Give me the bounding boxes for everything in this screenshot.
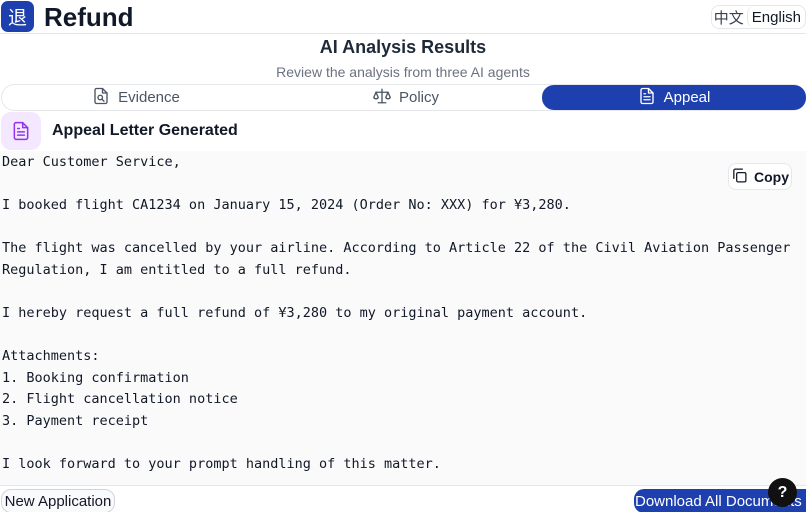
app-logo: 退 xyxy=(1,1,34,32)
section-title: AI Analysis Results xyxy=(319,37,487,57)
language-switch: 中文 English xyxy=(710,5,806,29)
letter-line: I hereby request a full refund of ¥3,280… xyxy=(2,305,588,321)
document-search-icon xyxy=(92,87,110,109)
letter-line: 3. Payment receipt xyxy=(2,413,149,429)
letter-line: The flight was cancelled by your airline… xyxy=(2,240,791,256)
tab-appeal[interactable]: Appeal xyxy=(542,85,806,110)
tab-policy[interactable]: Policy xyxy=(270,85,542,110)
tab-policy-label: Policy xyxy=(398,89,439,106)
app-header: 退 Refund 中文 English xyxy=(0,0,806,34)
copy-icon xyxy=(731,167,748,187)
footer-bar: New Application Download All Documents xyxy=(0,485,806,512)
document-icon xyxy=(1,112,41,150)
logo-glyph: 退 xyxy=(7,8,27,29)
document-icon xyxy=(638,87,656,109)
tab-evidence-label: Evidence xyxy=(118,89,180,106)
copy-button[interactable]: Copy xyxy=(728,163,792,190)
app-title: Refund xyxy=(44,2,134,32)
tab-evidence[interactable]: Evidence xyxy=(2,85,270,110)
tab-appeal-label: Appeal xyxy=(663,89,711,106)
appeal-letter: Dear Customer Service, I booked flight C… xyxy=(0,151,806,485)
lang-en-button[interactable]: English xyxy=(746,6,805,28)
agent-tabs: Evidence Policy Appeal xyxy=(1,84,806,111)
letter-line: I booked flight CA1234 on January 15, 20… xyxy=(2,197,571,213)
letter-line: 1. Booking confirmation xyxy=(2,370,189,386)
letter-line: Regulation, I am entitled to a full refu… xyxy=(2,262,352,278)
letter-line: Attachments: xyxy=(2,348,100,364)
letter-line: Dear Customer Service, xyxy=(2,154,181,170)
letter-line: I look forward to your prompt handling o… xyxy=(2,456,441,472)
new-application-button[interactable]: New Application xyxy=(1,489,115,512)
lang-zh-button[interactable]: 中文 xyxy=(712,6,747,28)
scale-icon xyxy=(373,87,391,109)
appeal-card-header: Appeal Letter Generated xyxy=(0,111,806,151)
help-button[interactable]: ? xyxy=(768,478,797,507)
card-title: Appeal Letter Generated xyxy=(52,122,238,139)
copy-label: Copy xyxy=(754,168,789,185)
letter-line: 2. Flight cancellation notice xyxy=(2,391,238,407)
section-subtitle: Review the analysis from three AI agents xyxy=(276,64,530,80)
